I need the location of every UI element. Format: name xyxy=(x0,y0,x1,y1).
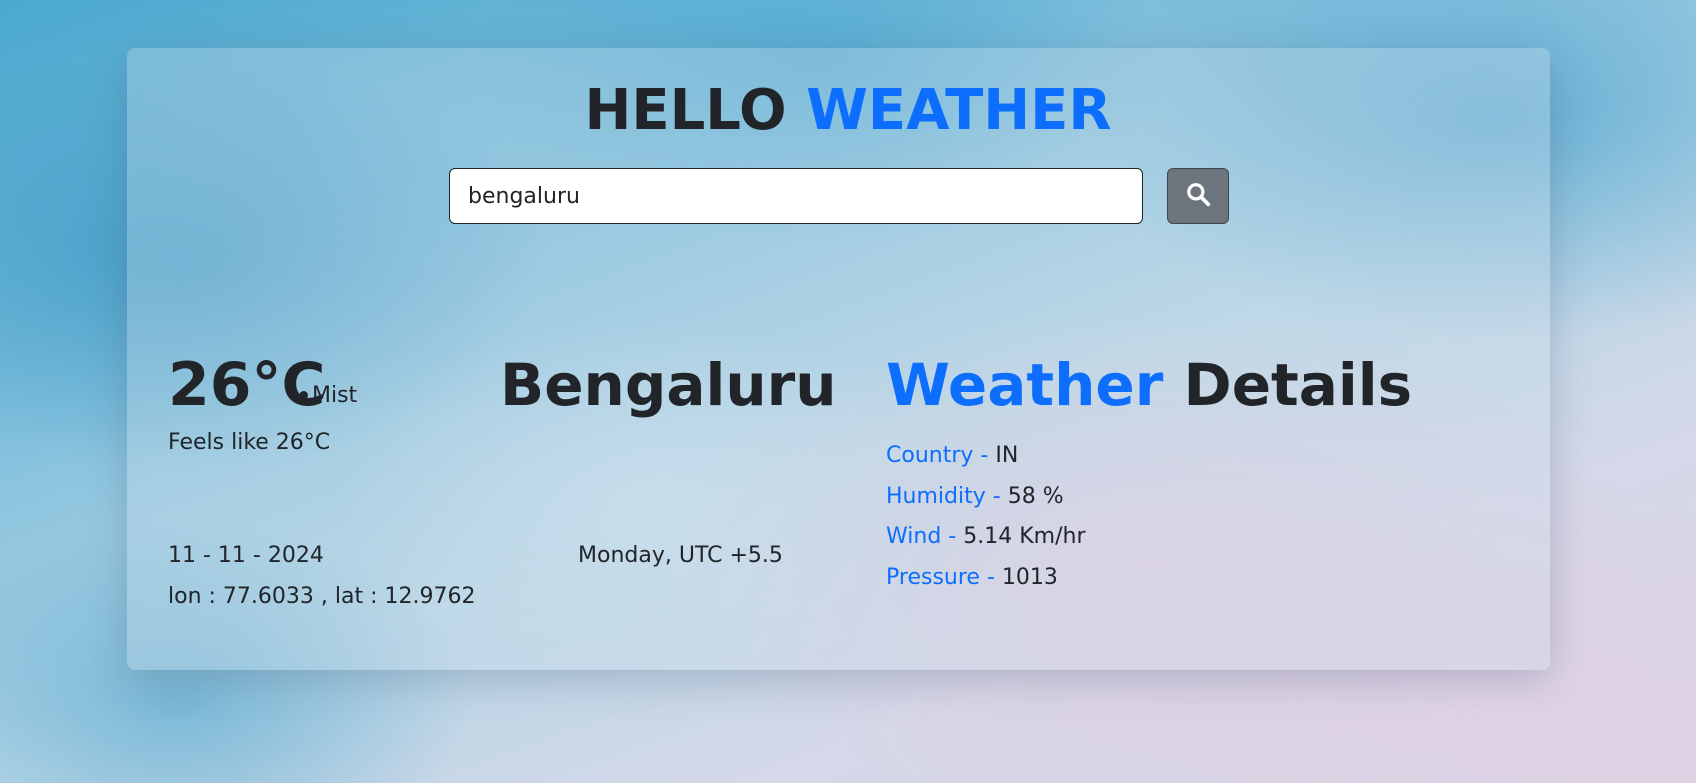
detail-dash: - xyxy=(992,484,1001,509)
detail-wind: Wind - 5.14 Km/hr xyxy=(886,523,1086,551)
search-button[interactable] xyxy=(1167,168,1229,224)
feels-like: Feels like 26°C xyxy=(168,430,331,455)
detail-label: Pressure xyxy=(886,565,980,590)
app-title-hello: HELLO xyxy=(584,78,787,143)
detail-value: 1013 xyxy=(1001,565,1058,590)
details-title-weather: Weather xyxy=(886,351,1164,419)
details-title: Weather Details xyxy=(886,350,1412,420)
detail-label: Country xyxy=(886,443,974,468)
app-title-weather: WEATHER xyxy=(806,78,1112,143)
city-name: Bengaluru xyxy=(500,351,837,419)
temperature-separator: • xyxy=(296,382,312,410)
detail-humidity: Humidity - 58 % xyxy=(886,483,1064,511)
city-search-input[interactable] xyxy=(449,168,1143,224)
detail-dash: - xyxy=(948,524,957,549)
detail-label: Humidity xyxy=(886,484,986,509)
current-date: 11 - 11 - 2024 xyxy=(168,543,324,568)
detail-dash: - xyxy=(986,565,995,590)
app-title: HELLO WEATHER xyxy=(0,77,1696,145)
detail-value: IN xyxy=(995,443,1019,468)
detail-country: Country - IN xyxy=(886,442,1018,470)
search-icon xyxy=(1185,181,1211,211)
detail-dash: - xyxy=(980,443,989,468)
detail-value: 5.14 Km/hr xyxy=(963,524,1086,549)
detail-pressure: Pressure - 1013 xyxy=(886,564,1058,592)
day-timezone: Monday, UTC +5.5 xyxy=(578,543,783,568)
coordinates: lon : 77.6033 , lat : 12.9762 xyxy=(168,584,476,609)
detail-label: Wind xyxy=(886,524,942,549)
weather-condition: Mist xyxy=(312,383,358,408)
details-title-details: Details xyxy=(1183,351,1413,419)
detail-value: 58 % xyxy=(1007,484,1064,509)
